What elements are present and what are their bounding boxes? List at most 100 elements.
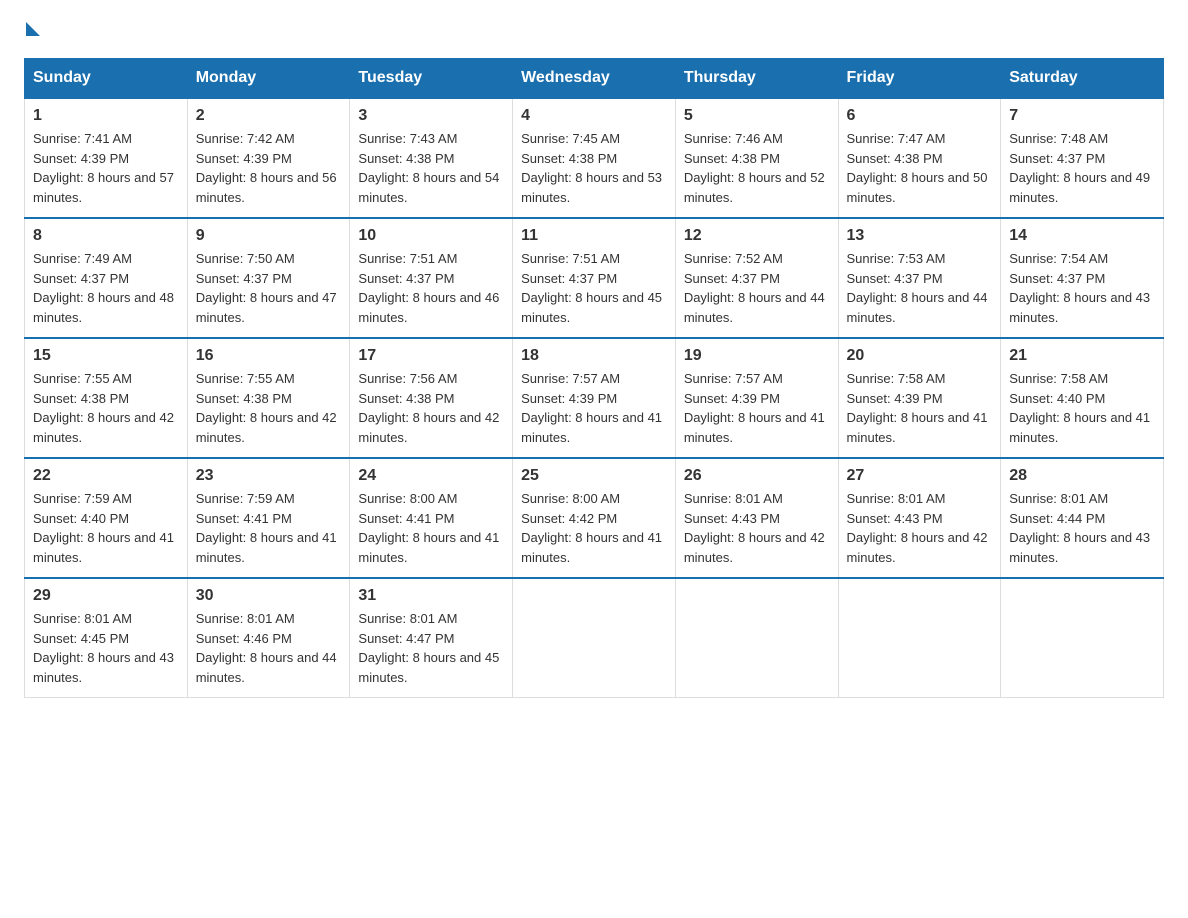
calendar-cell: 8 Sunrise: 7:49 AMSunset: 4:37 PMDayligh… <box>25 218 188 338</box>
week-row-2: 8 Sunrise: 7:49 AMSunset: 4:37 PMDayligh… <box>25 218 1164 338</box>
calendar-body: 1 Sunrise: 7:41 AMSunset: 4:39 PMDayligh… <box>25 98 1164 698</box>
day-number: 26 <box>684 467 830 485</box>
day-info: Sunrise: 8:00 AMSunset: 4:41 PMDaylight:… <box>358 491 499 565</box>
day-number: 13 <box>847 227 993 245</box>
calendar-cell: 24 Sunrise: 8:00 AMSunset: 4:41 PMDaylig… <box>350 458 513 578</box>
day-number: 3 <box>358 107 504 125</box>
calendar-cell: 13 Sunrise: 7:53 AMSunset: 4:37 PMDaylig… <box>838 218 1001 338</box>
calendar-cell: 11 Sunrise: 7:51 AMSunset: 4:37 PMDaylig… <box>513 218 676 338</box>
day-number: 27 <box>847 467 993 485</box>
day-info: Sunrise: 7:55 AMSunset: 4:38 PMDaylight:… <box>196 371 337 445</box>
calendar-cell: 20 Sunrise: 7:58 AMSunset: 4:39 PMDaylig… <box>838 338 1001 458</box>
day-number: 31 <box>358 587 504 605</box>
calendar-cell: 29 Sunrise: 8:01 AMSunset: 4:45 PMDaylig… <box>25 578 188 698</box>
calendar-cell: 17 Sunrise: 7:56 AMSunset: 4:38 PMDaylig… <box>350 338 513 458</box>
calendar-cell <box>513 578 676 698</box>
day-number: 11 <box>521 227 667 245</box>
calendar-cell <box>838 578 1001 698</box>
day-number: 9 <box>196 227 342 245</box>
day-info: Sunrise: 8:01 AMSunset: 4:46 PMDaylight:… <box>196 611 337 685</box>
day-info: Sunrise: 8:01 AMSunset: 4:45 PMDaylight:… <box>33 611 174 685</box>
calendar-cell: 19 Sunrise: 7:57 AMSunset: 4:39 PMDaylig… <box>675 338 838 458</box>
day-number: 19 <box>684 347 830 365</box>
calendar-cell: 28 Sunrise: 8:01 AMSunset: 4:44 PMDaylig… <box>1001 458 1164 578</box>
calendar-cell: 12 Sunrise: 7:52 AMSunset: 4:37 PMDaylig… <box>675 218 838 338</box>
header-monday: Monday <box>187 59 350 99</box>
day-number: 30 <box>196 587 342 605</box>
week-row-1: 1 Sunrise: 7:41 AMSunset: 4:39 PMDayligh… <box>25 98 1164 218</box>
day-info: Sunrise: 7:45 AMSunset: 4:38 PMDaylight:… <box>521 131 662 205</box>
day-info: Sunrise: 7:55 AMSunset: 4:38 PMDaylight:… <box>33 371 174 445</box>
header-wednesday: Wednesday <box>513 59 676 99</box>
calendar-cell <box>1001 578 1164 698</box>
day-info: Sunrise: 7:54 AMSunset: 4:37 PMDaylight:… <box>1009 251 1150 325</box>
calendar-cell: 27 Sunrise: 8:01 AMSunset: 4:43 PMDaylig… <box>838 458 1001 578</box>
day-number: 4 <box>521 107 667 125</box>
day-info: Sunrise: 8:01 AMSunset: 4:44 PMDaylight:… <box>1009 491 1150 565</box>
day-number: 12 <box>684 227 830 245</box>
day-number: 14 <box>1009 227 1155 245</box>
day-info: Sunrise: 7:42 AMSunset: 4:39 PMDaylight:… <box>196 131 337 205</box>
calendar-header: SundayMondayTuesdayWednesdayThursdayFrid… <box>25 59 1164 99</box>
week-row-4: 22 Sunrise: 7:59 AMSunset: 4:40 PMDaylig… <box>25 458 1164 578</box>
calendar-cell: 3 Sunrise: 7:43 AMSunset: 4:38 PMDayligh… <box>350 98 513 218</box>
calendar-cell: 7 Sunrise: 7:48 AMSunset: 4:37 PMDayligh… <box>1001 98 1164 218</box>
calendar-cell <box>675 578 838 698</box>
day-info: Sunrise: 7:57 AMSunset: 4:39 PMDaylight:… <box>684 371 825 445</box>
header-sunday: Sunday <box>25 59 188 99</box>
day-number: 1 <box>33 107 179 125</box>
logo-arrow-icon <box>26 22 40 36</box>
calendar-cell: 18 Sunrise: 7:57 AMSunset: 4:39 PMDaylig… <box>513 338 676 458</box>
calendar-cell: 22 Sunrise: 7:59 AMSunset: 4:40 PMDaylig… <box>25 458 188 578</box>
calendar-cell: 26 Sunrise: 8:01 AMSunset: 4:43 PMDaylig… <box>675 458 838 578</box>
header-thursday: Thursday <box>675 59 838 99</box>
calendar-cell: 31 Sunrise: 8:01 AMSunset: 4:47 PMDaylig… <box>350 578 513 698</box>
logo <box>24 24 40 38</box>
day-info: Sunrise: 7:56 AMSunset: 4:38 PMDaylight:… <box>358 371 499 445</box>
day-number: 17 <box>358 347 504 365</box>
day-number: 16 <box>196 347 342 365</box>
day-info: Sunrise: 8:00 AMSunset: 4:42 PMDaylight:… <box>521 491 662 565</box>
calendar-cell: 9 Sunrise: 7:50 AMSunset: 4:37 PMDayligh… <box>187 218 350 338</box>
day-number: 18 <box>521 347 667 365</box>
calendar-cell: 2 Sunrise: 7:42 AMSunset: 4:39 PMDayligh… <box>187 98 350 218</box>
day-info: Sunrise: 8:01 AMSunset: 4:43 PMDaylight:… <box>684 491 825 565</box>
calendar-cell: 4 Sunrise: 7:45 AMSunset: 4:38 PMDayligh… <box>513 98 676 218</box>
day-number: 25 <box>521 467 667 485</box>
day-info: Sunrise: 7:52 AMSunset: 4:37 PMDaylight:… <box>684 251 825 325</box>
day-info: Sunrise: 7:59 AMSunset: 4:40 PMDaylight:… <box>33 491 174 565</box>
day-number: 7 <box>1009 107 1155 125</box>
day-info: Sunrise: 7:49 AMSunset: 4:37 PMDaylight:… <box>33 251 174 325</box>
calendar-cell: 16 Sunrise: 7:55 AMSunset: 4:38 PMDaylig… <box>187 338 350 458</box>
calendar-cell: 1 Sunrise: 7:41 AMSunset: 4:39 PMDayligh… <box>25 98 188 218</box>
calendar-cell: 30 Sunrise: 8:01 AMSunset: 4:46 PMDaylig… <box>187 578 350 698</box>
header-tuesday: Tuesday <box>350 59 513 99</box>
day-number: 29 <box>33 587 179 605</box>
calendar-cell: 14 Sunrise: 7:54 AMSunset: 4:37 PMDaylig… <box>1001 218 1164 338</box>
day-number: 8 <box>33 227 179 245</box>
calendar-cell: 6 Sunrise: 7:47 AMSunset: 4:38 PMDayligh… <box>838 98 1001 218</box>
day-number: 2 <box>196 107 342 125</box>
day-number: 28 <box>1009 467 1155 485</box>
calendar-table: SundayMondayTuesdayWednesdayThursdayFrid… <box>24 58 1164 698</box>
day-info: Sunrise: 7:57 AMSunset: 4:39 PMDaylight:… <box>521 371 662 445</box>
day-number: 15 <box>33 347 179 365</box>
day-info: Sunrise: 7:48 AMSunset: 4:37 PMDaylight:… <box>1009 131 1150 205</box>
day-info: Sunrise: 7:51 AMSunset: 4:37 PMDaylight:… <box>521 251 662 325</box>
calendar-cell: 23 Sunrise: 7:59 AMSunset: 4:41 PMDaylig… <box>187 458 350 578</box>
calendar-cell: 25 Sunrise: 8:00 AMSunset: 4:42 PMDaylig… <box>513 458 676 578</box>
day-number: 23 <box>196 467 342 485</box>
page-header <box>24 24 1164 38</box>
week-row-5: 29 Sunrise: 8:01 AMSunset: 4:45 PMDaylig… <box>25 578 1164 698</box>
day-number: 24 <box>358 467 504 485</box>
day-number: 5 <box>684 107 830 125</box>
day-info: Sunrise: 8:01 AMSunset: 4:47 PMDaylight:… <box>358 611 499 685</box>
header-saturday: Saturday <box>1001 59 1164 99</box>
day-info: Sunrise: 7:51 AMSunset: 4:37 PMDaylight:… <box>358 251 499 325</box>
day-info: Sunrise: 7:47 AMSunset: 4:38 PMDaylight:… <box>847 131 988 205</box>
day-info: Sunrise: 7:58 AMSunset: 4:39 PMDaylight:… <box>847 371 988 445</box>
day-info: Sunrise: 7:46 AMSunset: 4:38 PMDaylight:… <box>684 131 825 205</box>
day-number: 20 <box>847 347 993 365</box>
day-number: 10 <box>358 227 504 245</box>
day-info: Sunrise: 8:01 AMSunset: 4:43 PMDaylight:… <box>847 491 988 565</box>
